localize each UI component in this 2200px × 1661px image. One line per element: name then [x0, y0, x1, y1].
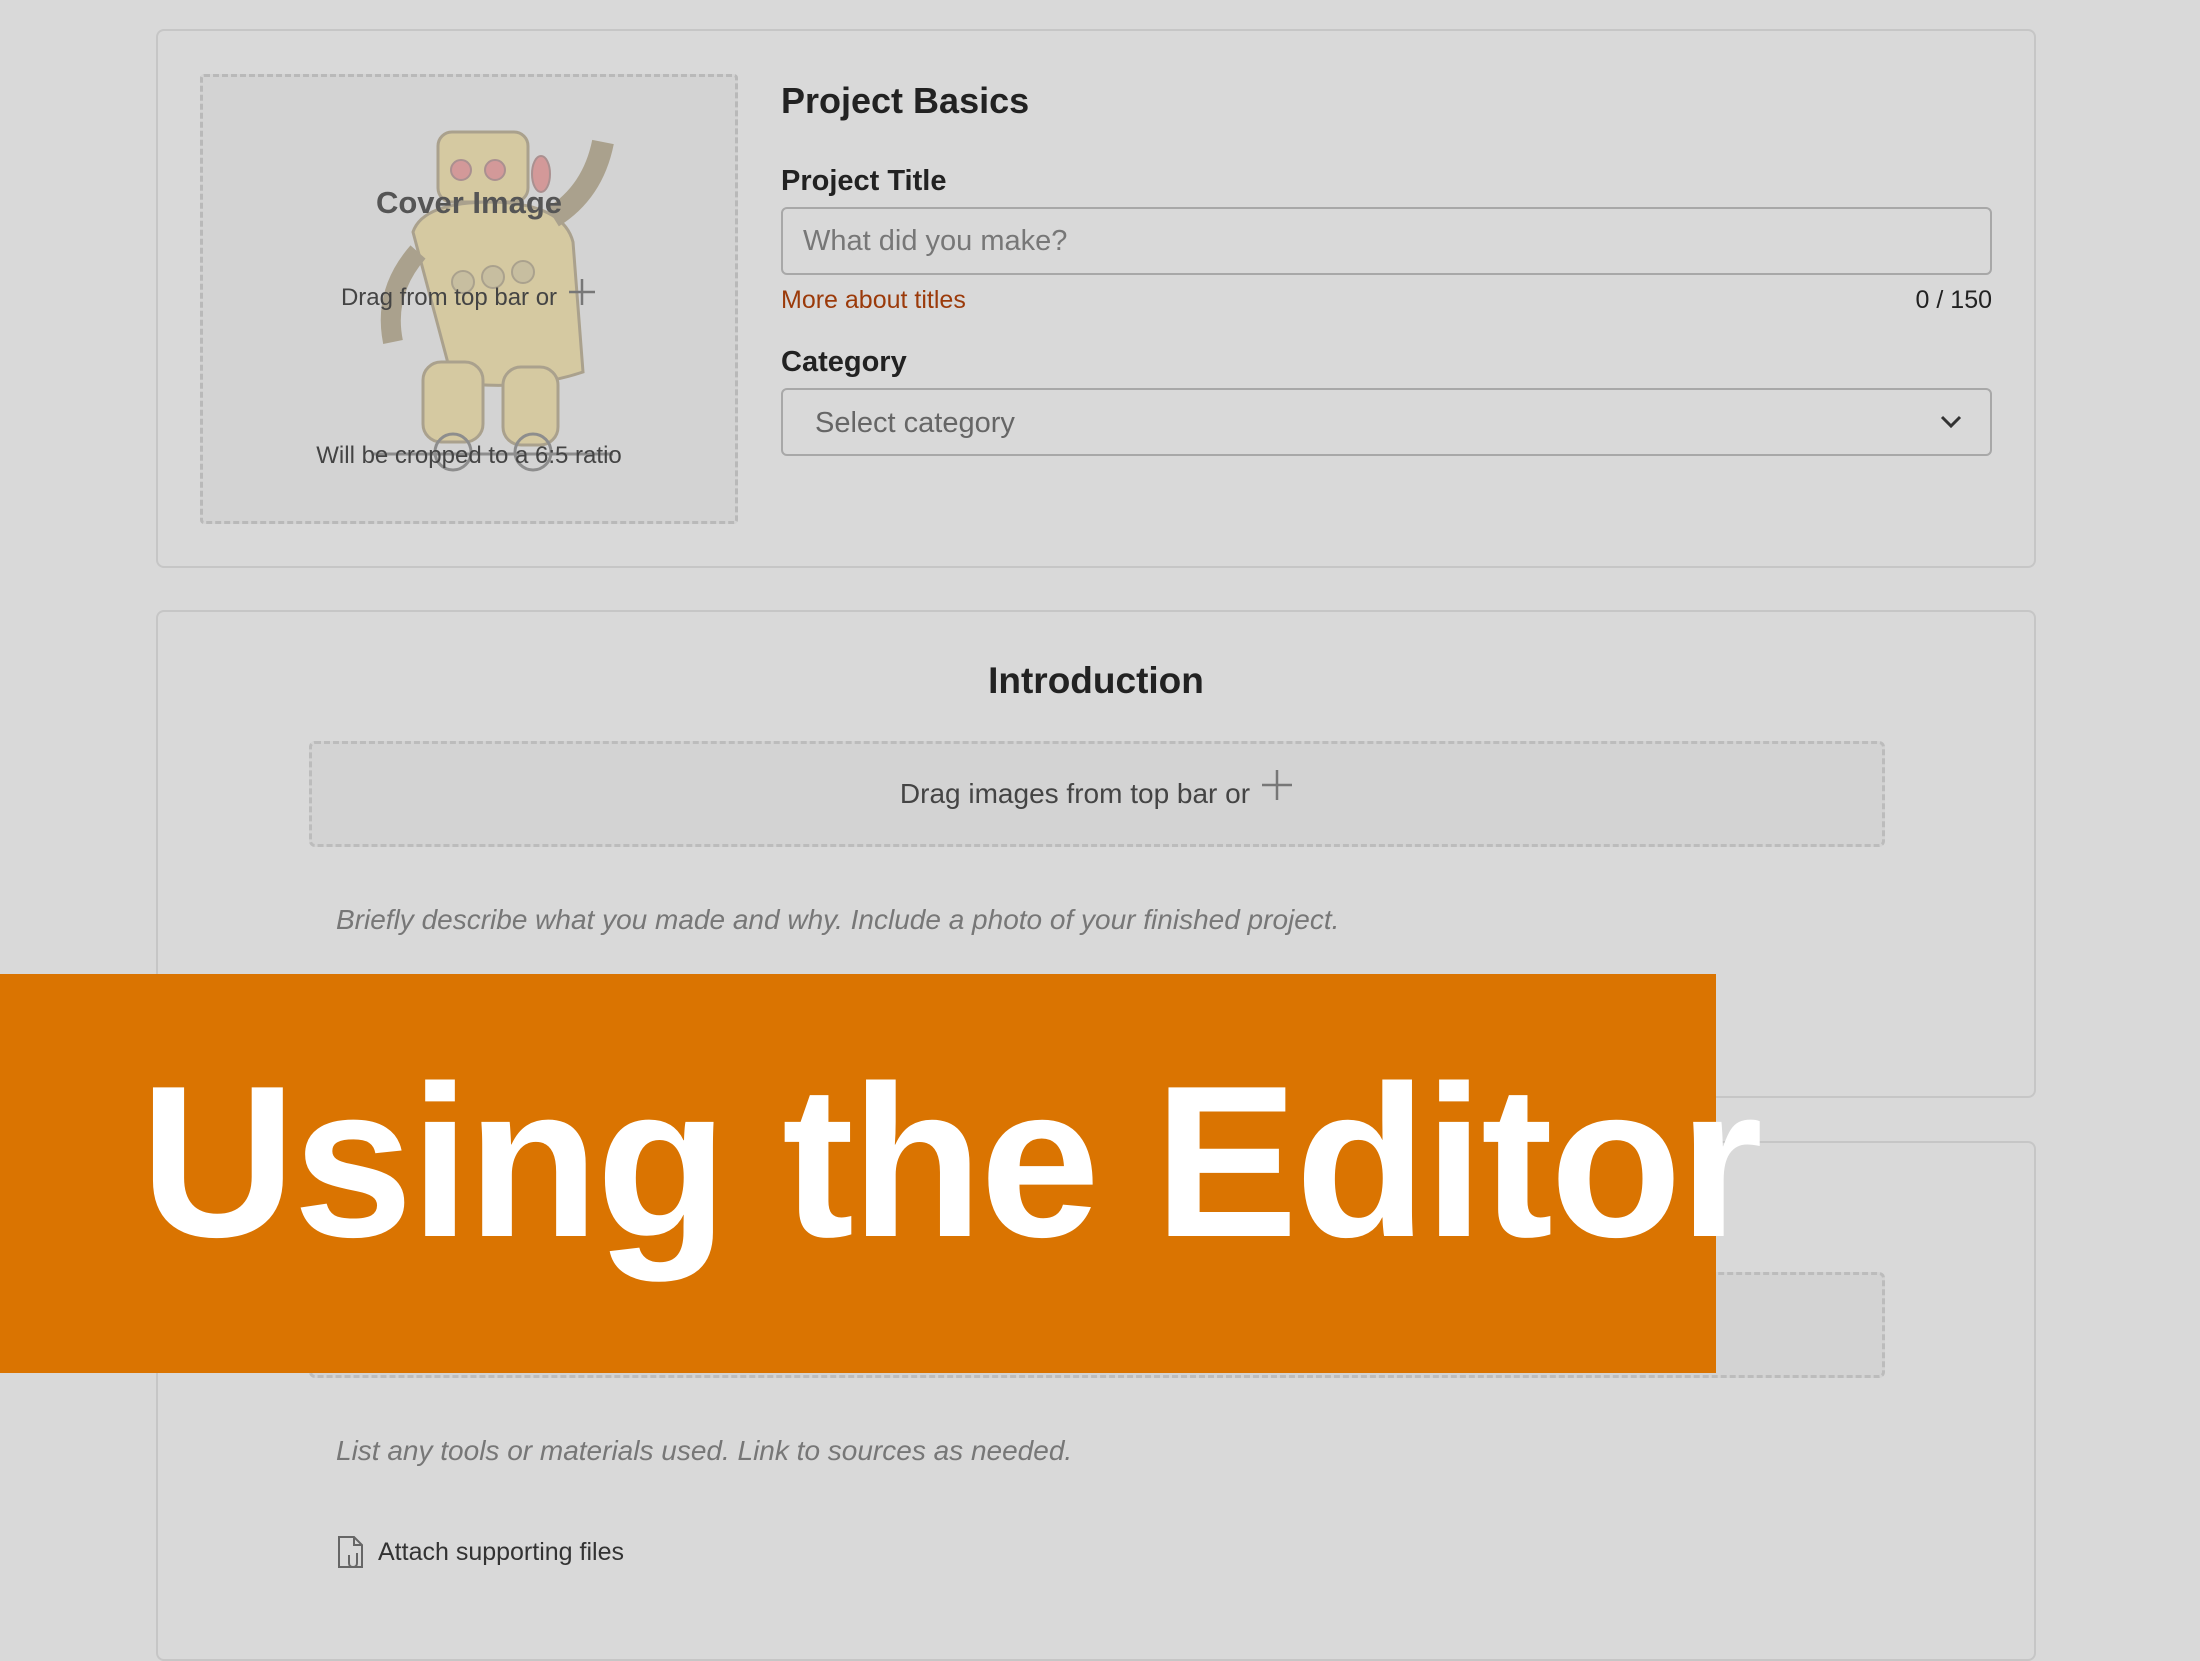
project-title-label: Project Title: [781, 165, 947, 197]
category-selected-value: Select category: [815, 407, 1015, 439]
section-title-introduction: Introduction: [988, 660, 1204, 701]
title-banner: Using the Editor: [0, 974, 1763, 1373]
cover-drag-hint: Drag from top bar or: [203, 277, 735, 317]
supplies-description-placeholder[interactable]: List any tools or materials used. Link t…: [336, 1435, 1072, 1467]
file-attach-icon: [338, 1536, 363, 1569]
cover-image-title: Cover Image: [375, 185, 563, 220]
cover-crop-note: Will be cropped to a 6:5 ratio: [316, 442, 622, 469]
cover-image-dropzone[interactable]: Cover Image Drag from top bar or Will be…: [200, 74, 738, 524]
attach-files-button[interactable]: Attach supporting files: [336, 1535, 624, 1569]
cover-drag-text: Drag from top bar or: [340, 283, 558, 311]
add-icon[interactable]: [567, 277, 597, 314]
category-label: Category: [781, 346, 907, 378]
intro-description-placeholder[interactable]: Briefly describe what you made and why. …: [336, 904, 1339, 936]
intro-image-dropzone[interactable]: Drag images from top bar or: [309, 741, 1885, 847]
add-image-icon[interactable]: [1260, 743, 1294, 843]
section-title-project-basics: Project Basics: [781, 80, 1030, 121]
banner-title: Using the Editor: [140, 1040, 1763, 1282]
title-char-count: 0 / 150: [1915, 286, 1992, 314]
category-select[interactable]: Select category: [781, 388, 1992, 456]
intro-drag-text: Drag images from top bar or: [899, 778, 1251, 809]
chevron-down-icon: [1940, 415, 1962, 429]
project-title-input[interactable]: [781, 207, 1992, 275]
more-about-titles-link[interactable]: More about titles: [781, 286, 966, 315]
attach-files-label: Attach supporting files: [378, 1537, 624, 1566]
